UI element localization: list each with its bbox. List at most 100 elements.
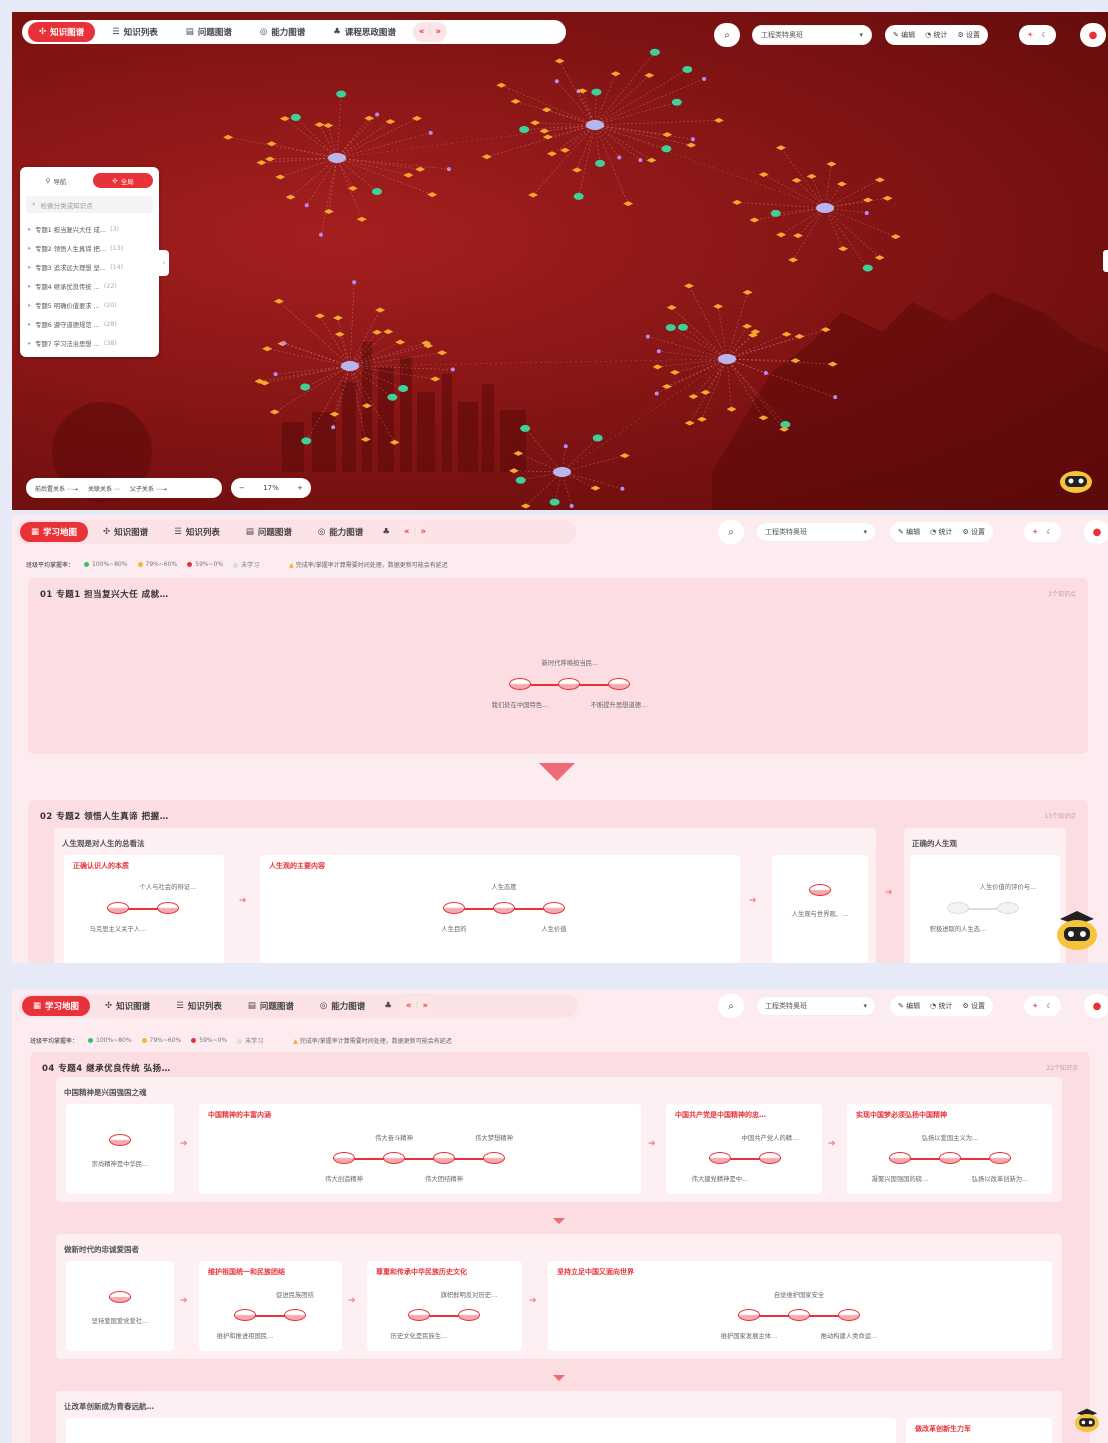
graph-node[interactable] (666, 305, 677, 311)
tab-ideology-graph[interactable]: ♣ 课程思政图谱 (322, 22, 407, 42)
graph-node[interactable] (332, 315, 343, 321)
assistant-robot-icon[interactable] (1059, 468, 1093, 494)
graph-node[interactable] (833, 395, 838, 400)
knowledge-node[interactable] (443, 902, 465, 914)
graph-node[interactable] (541, 107, 552, 113)
graph-node[interactable] (770, 209, 781, 217)
graph-node[interactable] (696, 416, 707, 422)
graph-node[interactable] (331, 425, 336, 430)
graph-node[interactable] (395, 339, 406, 345)
class-select[interactable]: 工程类特奥班 ▾ (756, 522, 876, 542)
search-button[interactable]: ⌕ (714, 23, 740, 47)
graph-node[interactable] (430, 376, 441, 382)
tab-question-graph[interactable]: ▤ 问题图谱 (175, 22, 243, 42)
sidebar-topic-item[interactable]: ▸ 专题6 遵守道德规范 … (28) (26, 315, 153, 334)
knowledge-node[interactable] (483, 1152, 505, 1164)
tab-ability-graph[interactable]: ◎ 能力图谱 (309, 996, 376, 1016)
graph-hub-node[interactable] (328, 153, 346, 163)
tab-ability-graph[interactable]: ◎ 能力图谱 (249, 22, 316, 42)
knowledge-node[interactable] (939, 1152, 961, 1164)
graph-node[interactable] (515, 476, 526, 484)
graph-node[interactable] (290, 113, 301, 121)
graph-node[interactable] (223, 134, 234, 140)
graph-node[interactable] (314, 122, 325, 128)
graph-node[interactable] (662, 132, 673, 138)
graph-node[interactable] (686, 142, 697, 148)
graph-node[interactable] (269, 409, 280, 415)
knowledge-node[interactable] (709, 1152, 731, 1164)
class-select[interactable]: 工程类特奥班 ▾ (756, 996, 876, 1016)
graph-node[interactable] (713, 117, 724, 123)
sidebar-topic-item[interactable]: ▸ 专题2 领悟人生真谛 把… (13) (26, 239, 153, 258)
graph-node[interactable] (763, 370, 768, 375)
graph-node[interactable] (882, 195, 893, 201)
graph-node[interactable] (334, 331, 345, 337)
sidebar-topic-item[interactable]: ▸ 专题7 学习法治思想 … (38) (26, 334, 153, 353)
graph-node[interactable] (610, 71, 621, 77)
palette-button[interactable]: ● (1084, 520, 1108, 544)
knowledge-node[interactable] (558, 678, 580, 690)
knowledge-node[interactable] (284, 1309, 306, 1321)
graph-node[interactable] (304, 203, 309, 208)
graph-node[interactable] (671, 98, 682, 106)
theme-toggle[interactable]: ☀ ☾ (1024, 522, 1061, 542)
knowledge-node[interactable] (543, 902, 565, 914)
knowledge-node[interactable] (107, 902, 129, 914)
tab-learning-map[interactable]: ▦ 学习地图 (20, 522, 89, 542)
palette-button[interactable]: ● (1084, 994, 1108, 1018)
graph-canvas[interactable] (12, 12, 1108, 510)
graph-node[interactable] (684, 283, 695, 289)
graph-hub-node[interactable] (553, 467, 571, 477)
knowledge-node[interactable] (788, 1309, 810, 1321)
zoom-out-button[interactable]: − (239, 484, 245, 492)
graph-node[interactable] (669, 369, 680, 375)
sidebar-topic-item[interactable]: ▸ 专题3 追求远大理想 坚… (14) (26, 258, 153, 277)
graph-node[interactable] (530, 120, 541, 126)
graph-node[interactable] (713, 303, 724, 309)
graph-node[interactable] (446, 167, 451, 172)
graph-node[interactable] (256, 160, 267, 166)
graph-node[interactable] (742, 289, 753, 295)
knowledge-node[interactable] (947, 902, 969, 914)
graph-node[interactable] (682, 65, 693, 73)
graph-node[interactable] (644, 72, 655, 78)
settings-button[interactable]: ⚙ 设置 (962, 1001, 985, 1011)
graph-node[interactable] (275, 174, 286, 180)
graph-node[interactable] (352, 280, 357, 285)
class-select[interactable]: 工程类特奥班 ▾ (752, 25, 872, 45)
graph-node[interactable] (806, 173, 817, 179)
graph-hub-node[interactable] (341, 361, 359, 371)
graph-node[interactable] (273, 372, 278, 377)
stats-button[interactable]: ◔ 统计 (930, 527, 952, 537)
graph-node[interactable] (742, 323, 753, 329)
graph-node[interactable] (775, 145, 786, 151)
edit-button[interactable]: ✎ 编辑 (898, 1001, 920, 1011)
graph-node[interactable] (646, 157, 657, 163)
graph-node[interactable] (372, 329, 383, 335)
tab-knowledge-list[interactable]: ☰ 知识列表 (163, 522, 231, 542)
graph-node[interactable] (700, 389, 711, 395)
graph-node[interactable] (838, 246, 849, 252)
graph-node[interactable] (387, 393, 398, 401)
knowledge-node[interactable] (157, 902, 179, 914)
graph-node[interactable] (383, 329, 394, 335)
knowledge-node[interactable] (738, 1309, 760, 1321)
graph-node[interactable] (619, 453, 630, 459)
assistant-robot-icon[interactable] (1052, 905, 1102, 955)
graph-node[interactable] (554, 58, 565, 64)
more-tab[interactable]: ♣ (380, 996, 396, 1016)
graph-node[interactable] (690, 137, 695, 142)
graph-node[interactable] (617, 155, 622, 160)
graph-node[interactable] (661, 383, 672, 389)
graph-node[interactable] (428, 130, 433, 135)
tab-ability-graph[interactable]: ◎ 能力图谱 (307, 522, 374, 542)
edit-button[interactable]: ✎ 编辑 (898, 527, 920, 537)
moon-icon[interactable]: ☾ (1041, 31, 1047, 39)
knowledge-node[interactable] (333, 1152, 355, 1164)
graph-node[interactable] (318, 232, 323, 237)
moon-icon[interactable]: ☾ (1046, 528, 1052, 536)
collapse-tabs-button[interactable]: «|» (399, 996, 435, 1016)
sidebar-topic-item[interactable]: ▸ 专题5 明确价值要求 … (20) (26, 296, 153, 315)
knowledge-node[interactable] (809, 884, 831, 896)
graph-node[interactable] (385, 119, 396, 125)
